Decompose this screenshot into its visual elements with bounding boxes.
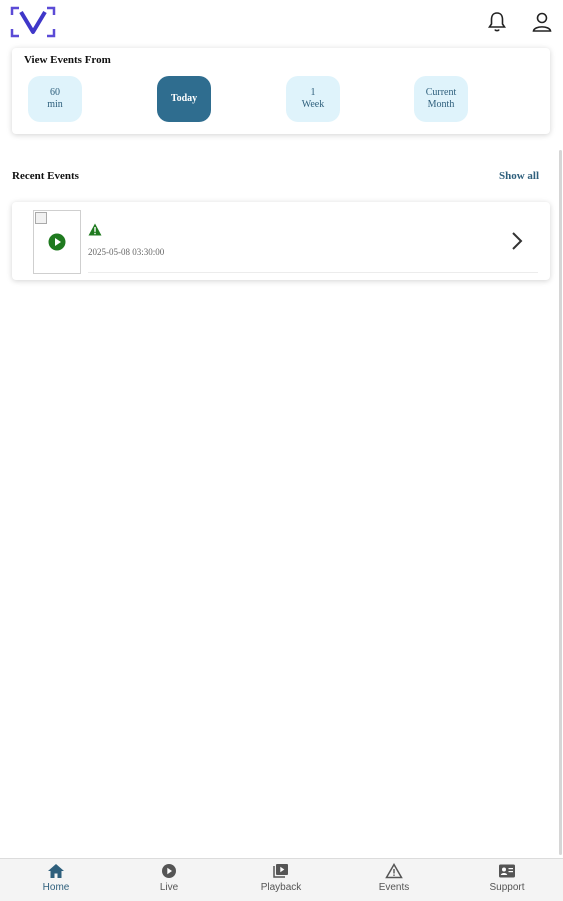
bell-icon[interactable] bbox=[485, 10, 509, 34]
app-header bbox=[0, 0, 563, 48]
warning-icon bbox=[88, 223, 102, 236]
filter-option-60-min[interactable]: 60 min bbox=[28, 76, 82, 122]
recent-events-title: Recent Events bbox=[12, 170, 79, 182]
filter-option-current-month[interactable]: Current Month bbox=[414, 76, 468, 122]
nav-label-support: Support bbox=[489, 882, 525, 893]
filter-option-1-week[interactable]: 1 Week bbox=[286, 76, 340, 122]
chevron-right-icon[interactable] bbox=[510, 230, 524, 252]
divider bbox=[88, 272, 538, 273]
nav-label-live: Live bbox=[159, 882, 179, 893]
show-all-link[interactable]: Show all bbox=[499, 170, 539, 182]
nav-events[interactable]: Events bbox=[354, 863, 434, 899]
nav-label-home: Home bbox=[42, 882, 70, 893]
user-icon[interactable] bbox=[530, 10, 554, 34]
view-events-filter: View Events From 60 min Today 1 Week Cur… bbox=[12, 48, 550, 134]
event-timestamp: 2025-05-08 03:30:00 bbox=[88, 247, 165, 257]
filter-option-today[interactable]: Today bbox=[157, 76, 211, 122]
nav-label-events: Events bbox=[378, 882, 410, 893]
broken-image-icon bbox=[35, 212, 47, 224]
nav-live[interactable]: Live bbox=[129, 863, 209, 899]
event-thumbnail[interactable] bbox=[33, 210, 81, 274]
play-circle-icon[interactable] bbox=[48, 233, 66, 251]
event-list-item[interactable]: 2025-05-08 03:30:00 bbox=[12, 202, 550, 280]
scrollbar[interactable] bbox=[559, 150, 562, 855]
support-icon bbox=[499, 864, 515, 878]
play-circle-icon bbox=[162, 864, 176, 878]
warning-icon bbox=[385, 863, 403, 879]
bottom-nav: Home Live Playback Events Support bbox=[0, 858, 563, 901]
nav-home[interactable]: Home bbox=[16, 863, 96, 899]
nav-playback[interactable]: Playback bbox=[241, 863, 321, 899]
v-logo-icon[interactable] bbox=[10, 6, 56, 38]
filter-title: View Events From bbox=[24, 54, 111, 66]
nav-label-playback: Playback bbox=[260, 882, 302, 893]
playback-icon bbox=[273, 864, 288, 878]
nav-support[interactable]: Support bbox=[467, 863, 547, 899]
home-icon bbox=[48, 864, 64, 878]
